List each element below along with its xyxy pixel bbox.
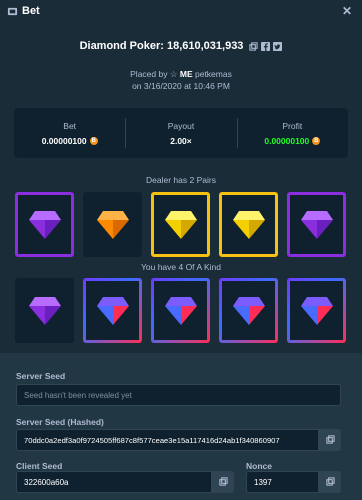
server-seed-field[interactable]: Seed hasn't been revealed yet <box>16 384 341 406</box>
bet-label: Bet <box>63 120 77 131</box>
nonce-label: Nonce <box>246 461 272 471</box>
purple-gem-icon <box>28 296 61 325</box>
close-icon[interactable]: ✕ <box>342 4 352 18</box>
player-card <box>287 278 346 343</box>
dealer-cards <box>15 192 346 257</box>
game-title: Diamond Poker: 18,610,031,933 <box>79 40 244 52</box>
payout-value: 2.00× <box>170 135 192 146</box>
dealer-hand-label: Dealer has 2 Pairs <box>146 175 216 185</box>
rainbow-gem-icon <box>232 296 265 325</box>
user-tag: ME <box>179 69 193 79</box>
facebook-icon[interactable] <box>261 41 271 51</box>
copy-client-seed-button[interactable] <box>212 471 234 493</box>
stat-bet: Bet 0.00000100 B <box>14 108 125 158</box>
client-seed-field[interactable]: 322600a60a <box>16 471 212 493</box>
server-seed-label: Server Seed <box>16 371 66 381</box>
ticket-icon <box>6 5 18 17</box>
copy-icon[interactable] <box>249 41 259 51</box>
server-seed-hashed-label: Server Seed (Hashed) <box>16 417 104 427</box>
bitcoin-icon: B <box>312 136 321 145</box>
bet-stats-panel: Bet 0.00000100 B Payout 2.00× Profit 0.00… <box>14 108 348 158</box>
profit-label: Profit <box>282 120 303 131</box>
modal-header: Bet ✕ <box>0 0 362 22</box>
yellow-gem-icon <box>232 210 265 239</box>
player-card <box>151 278 210 343</box>
dealer-card <box>83 192 142 257</box>
payout-label: Payout <box>167 120 195 131</box>
bet-value: 0.00000100 <box>41 135 87 146</box>
dealer-card <box>219 192 278 257</box>
dealer-card <box>287 192 346 257</box>
copy-hashed-button[interactable] <box>319 429 341 451</box>
copy-icon <box>218 473 228 491</box>
copy-icon <box>325 431 335 449</box>
star-icon: ☆ <box>169 69 178 79</box>
player-card <box>15 278 74 343</box>
player-card <box>83 278 142 343</box>
rainbow-gem-icon <box>300 296 333 325</box>
client-seed-label: Client Seed <box>16 461 63 471</box>
placed-by-info: Placed by ☆ ME petkemas on 3/16/2020 at … <box>0 68 362 92</box>
purple-gem-icon <box>28 210 61 239</box>
copy-nonce-button[interactable] <box>319 471 341 493</box>
bitcoin-icon: B <box>89 136 98 145</box>
rainbow-gem-icon <box>96 296 129 325</box>
game-title-row: Diamond Poker: 18,610,031,933 <box>0 40 362 52</box>
player-cards <box>15 278 346 343</box>
dealer-card <box>151 192 210 257</box>
profit-value: 0.00000100 <box>264 135 310 146</box>
modal-title: Bet <box>22 5 40 17</box>
player-card <box>219 278 278 343</box>
nonce-field[interactable]: 1397 <box>246 471 319 493</box>
dealer-card <box>15 192 74 257</box>
orange-gem-icon <box>96 210 129 239</box>
purple-gem-icon <box>300 210 333 239</box>
copy-icon <box>325 473 335 491</box>
placed-by-prefix: Placed by <box>130 69 168 79</box>
server-seed-hashed-field[interactable]: 70ddc0a2edf3a0f9724505ff687c8f577ceae3e1… <box>16 429 319 451</box>
provably-fair-panel: Server Seed Seed hasn't been revealed ye… <box>0 353 362 500</box>
twitter-icon[interactable] <box>273 41 283 51</box>
rainbow-gem-icon <box>164 296 197 325</box>
yellow-gem-icon <box>164 210 197 239</box>
username-link[interactable]: petkemas <box>195 69 232 79</box>
stat-profit: Profit 0.00000100 B <box>236 108 348 158</box>
stat-payout: Payout 2.00× <box>125 108 236 158</box>
player-hand-label: You have 4 Of A Kind <box>140 262 222 272</box>
bet-date: on 3/16/2020 at 10:46 PM <box>132 81 230 91</box>
